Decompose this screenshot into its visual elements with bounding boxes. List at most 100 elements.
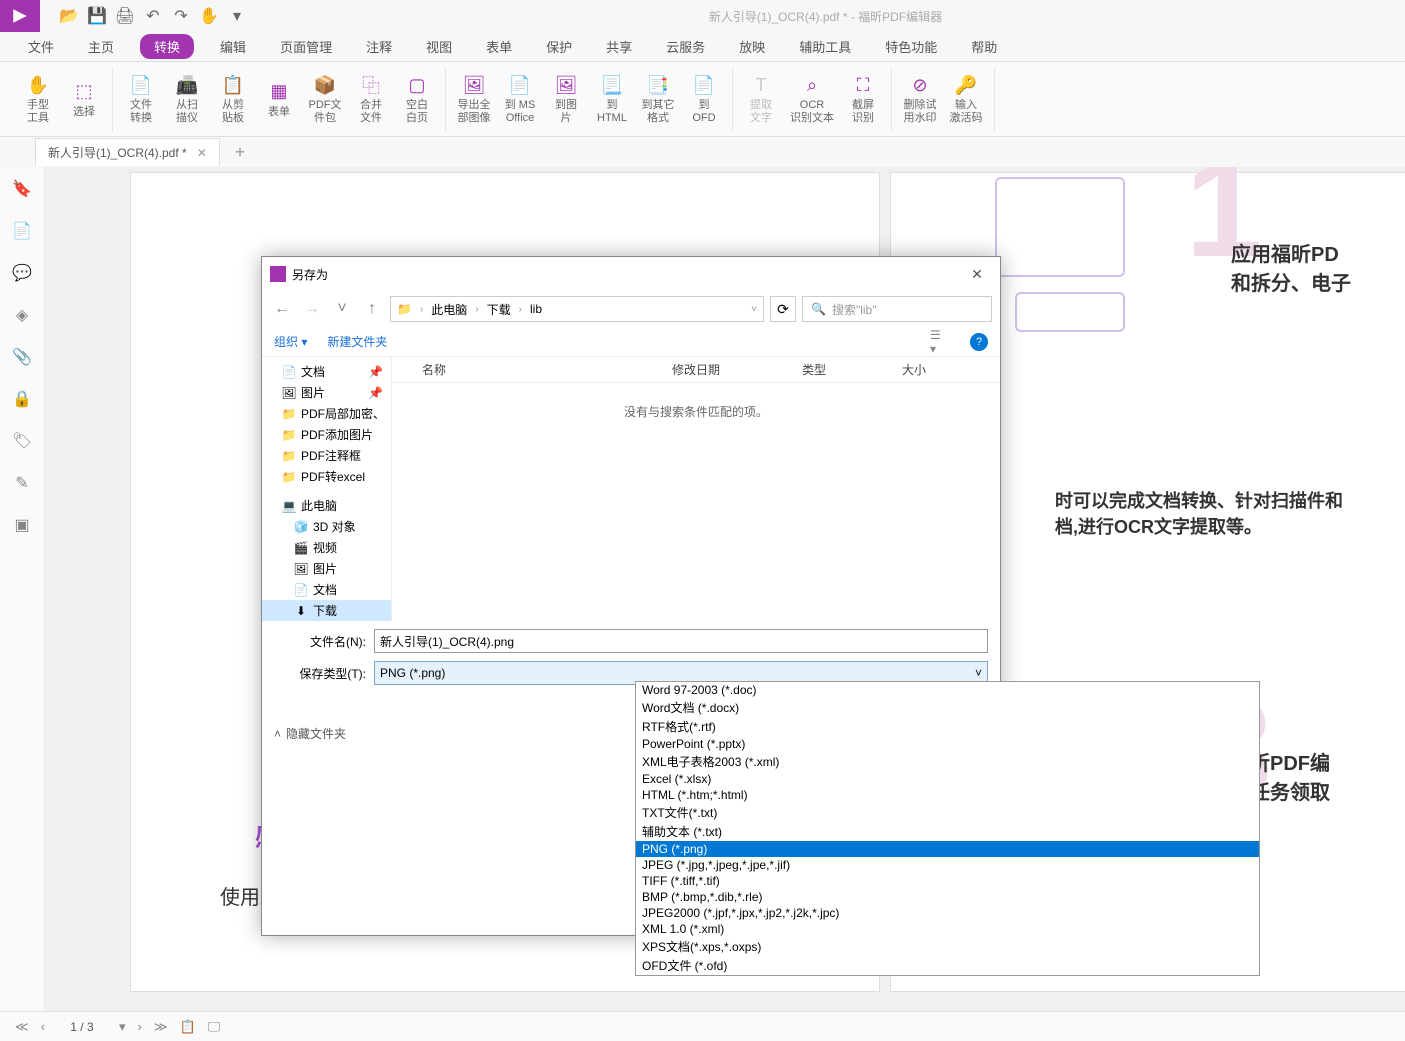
dialog-titlebar[interactable]: 另存为 ✕ (262, 257, 1000, 291)
filetype-option[interactable]: XML 1.0 (*.xml) (636, 921, 1259, 937)
menu-cloud[interactable]: 云服务 (658, 34, 713, 59)
layers-icon[interactable]: ◈ (12, 305, 32, 325)
filetype-option[interactable]: XML电子表格2003 (*.xml) (636, 752, 1259, 771)
tree-item[interactable]: 📁PDF转excel (262, 466, 391, 487)
clipboard-status-icon[interactable]: 📋 (179, 1019, 195, 1035)
export-images-button[interactable]: 🖼导出全部图像 (454, 67, 494, 132)
filetype-option[interactable]: OFD文件 (*.ofd) (636, 956, 1259, 975)
to-ofd-button[interactable]: 📄到OFD (684, 67, 724, 132)
activation-button[interactable]: 🔑输入激活码 (946, 67, 986, 132)
tree-item[interactable]: 📁PDF注释框 (262, 445, 391, 466)
tree-item[interactable]: 🎬视频 (262, 537, 391, 558)
new-folder-button[interactable]: 新建文件夹 (327, 333, 387, 350)
menu-home[interactable]: 主页 (80, 34, 122, 59)
tree-item[interactable]: 📁PDF局部加密、 (262, 403, 391, 424)
tree-item[interactable]: 🖼图片📌 (262, 382, 391, 403)
filetype-option[interactable]: JPEG2000 (*.jpf,*.jpx,*.jp2,*.j2k,*.jpc) (636, 905, 1259, 921)
menu-special[interactable]: 特色功能 (877, 34, 945, 59)
panel-icon[interactable]: ▣ (12, 515, 32, 535)
pages-icon[interactable]: 📄 (12, 221, 32, 241)
filetype-option[interactable]: TIFF (*.tiff,*.tif) (636, 873, 1259, 889)
menu-edit[interactable]: 编辑 (212, 34, 254, 59)
menu-protect[interactable]: 保护 (538, 34, 580, 59)
filetype-option[interactable]: RTF格式(*.rtf) (636, 717, 1259, 736)
recent-dropdown[interactable]: ˅ (330, 297, 354, 321)
chevron-down-icon[interactable]: ˅ (751, 304, 757, 315)
tags-icon[interactable]: 🏷 (12, 431, 32, 451)
document-tab[interactable]: 新人引导(1)_OCR(4).pdf * ✕ (35, 138, 220, 166)
signature-icon[interactable]: ✎ (12, 473, 32, 493)
crumb[interactable]: 下载 (487, 301, 511, 318)
breadcrumb[interactable]: 📁 › 此电脑 › 下载 › lib ˅ (390, 296, 764, 322)
tree-item-downloads[interactable]: ⬇下载 (262, 600, 391, 621)
close-tab-icon[interactable]: ✕ (197, 146, 207, 160)
to-html-button[interactable]: 📃到HTML (592, 67, 632, 132)
redo-icon[interactable]: ↷ (172, 7, 190, 25)
screen-ocr-button[interactable]: ⛶截屏识别 (843, 67, 883, 132)
save-icon[interactable]: 💾 (88, 7, 106, 25)
next-page-button[interactable]: › (137, 1019, 141, 1034)
menu-access[interactable]: 辅助工具 (791, 34, 859, 59)
page-dropdown-icon[interactable]: ▾ (119, 1019, 126, 1035)
tree-item[interactable]: 🧊3D 对象 (262, 516, 391, 537)
comment-icon[interactable]: 💬 (12, 263, 32, 283)
last-page-button[interactable]: ≫ (154, 1019, 168, 1035)
filetype-option[interactable]: 辅助文本 (*.txt) (636, 822, 1259, 841)
to-other-button[interactable]: 📑到其它格式 (638, 67, 678, 132)
menu-view[interactable]: 视图 (418, 34, 460, 59)
ocr-button[interactable]: ⌕OCR识别文本 (787, 67, 837, 132)
menu-form[interactable]: 表单 (478, 34, 520, 59)
up-button[interactable]: ↑ (360, 297, 384, 321)
filetype-option[interactable]: Word文档 (*.docx) (636, 698, 1259, 717)
back-button[interactable]: ← (270, 297, 294, 321)
menu-share[interactable]: 共享 (598, 34, 640, 59)
filetype-option[interactable]: PowerPoint (*.pptx) (636, 736, 1259, 752)
crumb[interactable]: 此电脑 (431, 301, 467, 318)
file-list-header[interactable]: 名称 修改日期 类型 大小 (392, 357, 1000, 383)
hand-icon[interactable]: ✋ (200, 7, 218, 25)
menu-file[interactable]: 文件 (20, 34, 62, 59)
prev-page-button[interactable]: ‹ (41, 1019, 45, 1034)
tree-item-thispc[interactable]: 💻此电脑 (262, 495, 391, 516)
forward-button[interactable]: → (300, 297, 324, 321)
file-convert-button[interactable]: 📄文件转换 (121, 67, 161, 132)
filetype-option[interactable]: PNG (*.png) (636, 841, 1259, 857)
filetype-option[interactable]: JPEG (*.jpg,*.jpeg,*.jpe,*.jif) (636, 857, 1259, 873)
bookmark-icon[interactable]: 🔖 (12, 179, 32, 199)
filetype-option[interactable]: BMP (*.bmp,*.dib,*.rle) (636, 889, 1259, 905)
select-button[interactable]: ⬚选择 (64, 67, 104, 132)
menu-play[interactable]: 放映 (731, 34, 773, 59)
pdf-package-button[interactable]: 📦PDF文件包 (305, 67, 345, 132)
filetype-option[interactable]: XPS文档(*.xps,*.oxps) (636, 937, 1259, 956)
first-page-button[interactable]: ≪ (15, 1019, 29, 1035)
menu-annot[interactable]: 注释 (358, 34, 400, 59)
undo-icon[interactable]: ↶ (144, 7, 162, 25)
to-office-button[interactable]: 📄到 MSOffice (500, 67, 540, 132)
filetype-option[interactable]: HTML (*.htm;*.html) (636, 787, 1259, 803)
from-clipboard-button[interactable]: 📋从剪贴板 (213, 67, 253, 132)
tree-item[interactable]: 📄文档 (262, 579, 391, 600)
security-icon[interactable]: 🔒 (12, 389, 32, 409)
menu-help[interactable]: 帮助 (963, 34, 1005, 59)
merge-button[interactable]: ⿻合并文件 (351, 67, 391, 132)
dropdown-icon[interactable]: ▾ (228, 7, 246, 25)
tree-item[interactable]: 🖼图片 (262, 558, 391, 579)
tree-item[interactable]: 📁PDF添加图片 (262, 424, 391, 445)
menu-page[interactable]: 页面管理 (272, 34, 340, 59)
hand-tool-button[interactable]: ✋手型工具 (18, 67, 58, 132)
open-icon[interactable]: 📂 (60, 7, 78, 25)
tree-item[interactable]: 📄文档📌 (262, 361, 391, 382)
filetype-option[interactable]: Word 97-2003 (*.doc) (636, 682, 1259, 698)
filename-input[interactable] (374, 629, 988, 653)
form-button[interactable]: ▦表单 (259, 67, 299, 132)
filetype-option[interactable]: TXT文件(*.txt) (636, 803, 1259, 822)
filetype-option[interactable]: Excel (*.xlsx) (636, 771, 1259, 787)
new-tab-button[interactable]: + (235, 142, 246, 163)
menu-convert[interactable]: 转换 (140, 34, 194, 59)
screen-status-icon[interactable]: 🖵 (208, 1019, 221, 1035)
print-icon[interactable]: 🖨 (116, 7, 134, 25)
dialog-close-button[interactable]: ✕ (962, 266, 992, 283)
refresh-button[interactable]: ⟳ (770, 296, 796, 322)
crumb[interactable]: lib (530, 302, 542, 316)
remove-watermark-button[interactable]: ⊘删除试用水印 (900, 67, 940, 132)
